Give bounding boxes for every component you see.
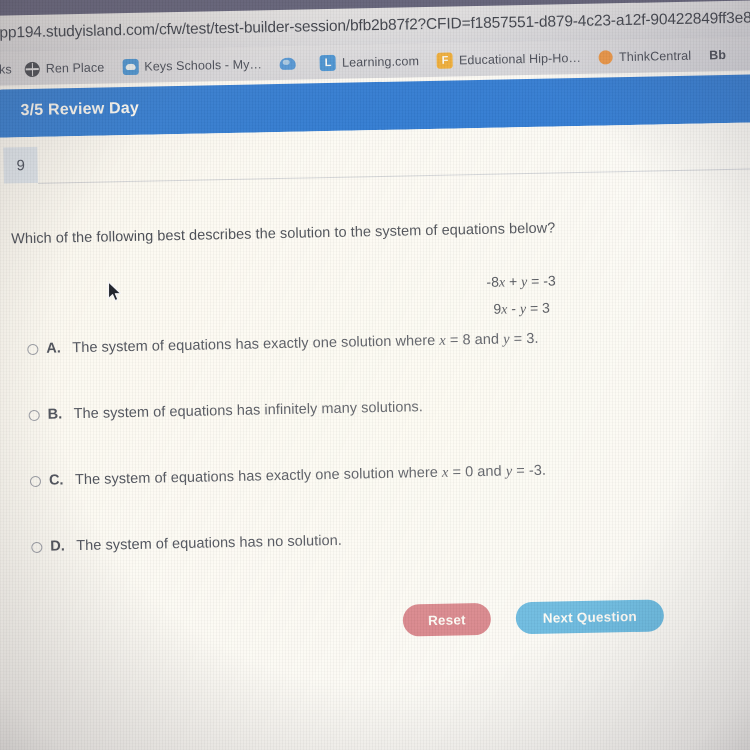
option-letter: D.: [50, 538, 65, 555]
answer-options: A. The system of equations has exactly o…: [27, 323, 732, 601]
option-text: The system of equations has no solution.: [76, 532, 342, 555]
bookmark-label: Keys Schools - My…: [144, 57, 263, 74]
bookmark-label: Learning.com: [341, 54, 420, 70]
radio-button-a[interactable]: [27, 343, 39, 356]
bookmark-educational-hip-hop[interactable]: F Educational Hip-Ho…: [428, 50, 590, 69]
equation-text: 9x - y = 3: [493, 299, 550, 318]
option-text: The system of equations has infinitely m…: [73, 399, 424, 423]
radio-button-c[interactable]: [29, 475, 42, 488]
page-content: 3/5 Review Day 9 Which of the following …: [0, 70, 750, 750]
screen-photo: …ack of… × four times negative four - Go…: [0, 0, 750, 750]
option-letter: A.: [46, 340, 62, 357]
bookmark-label: Educational Hip-Ho…: [458, 50, 582, 68]
bookmark-cloud[interactable]: [271, 57, 311, 70]
bookmark-blackboard[interactable]: Bb: [700, 48, 735, 63]
letter-l-square-icon: L: [319, 54, 337, 72]
bookmarks-folder-label[interactable]: arks: [0, 62, 16, 76]
radio-button-b[interactable]: [28, 409, 40, 422]
bookmark-ren-place[interactable]: Ren Place: [16, 60, 114, 77]
bookmark-learning-com[interactable]: L Learning.com: [311, 53, 428, 72]
reset-button[interactable]: Reset: [402, 602, 492, 637]
cloud-icon: [279, 57, 297, 70]
bookmark-thinkcentral[interactable]: ThinkCentral: [590, 49, 700, 65]
option-letter: C.: [48, 472, 64, 489]
page-title: 3/5 Review Day: [20, 99, 140, 120]
question-pane: 9 Which of the following best describes …: [0, 121, 750, 750]
browser-window: …ack of… × four times negative four - Go…: [0, 0, 750, 750]
option-text: The system of equations has exactly one …: [72, 330, 539, 357]
globe-icon: [24, 61, 40, 77]
orange-dot-icon: [598, 50, 614, 65]
bookmark-label: Ren Place: [45, 60, 105, 76]
divider: [38, 167, 750, 184]
action-buttons: Reset Next Question: [402, 599, 665, 637]
equation-text: -8x + y = -3: [486, 272, 556, 291]
option-text: The system of equations has exactly one …: [74, 462, 547, 489]
equation-system: -8x + y = -3 9x - y = 3: [396, 267, 647, 325]
bookmark-label: ThinkCentral: [618, 48, 692, 65]
equation-line-2: 9x - y = 3: [396, 293, 646, 325]
question-number: 9: [3, 146, 39, 184]
option-letter: B.: [47, 406, 63, 423]
question-prompt: Which of the following best describes th…: [10, 220, 556, 248]
question-number-value: 9: [16, 156, 25, 174]
blue-cloud-square-icon: [122, 58, 139, 76]
bookmark-label: Bb: [708, 48, 727, 63]
bookmark-keys-schools[interactable]: Keys Schools - My…: [113, 56, 271, 76]
next-question-button[interactable]: Next Question: [515, 599, 665, 635]
letter-f-square-icon: F: [436, 52, 454, 69]
radio-button-d[interactable]: [31, 541, 43, 554]
option-d[interactable]: D. The system of equations has no soluti…: [31, 521, 732, 601]
